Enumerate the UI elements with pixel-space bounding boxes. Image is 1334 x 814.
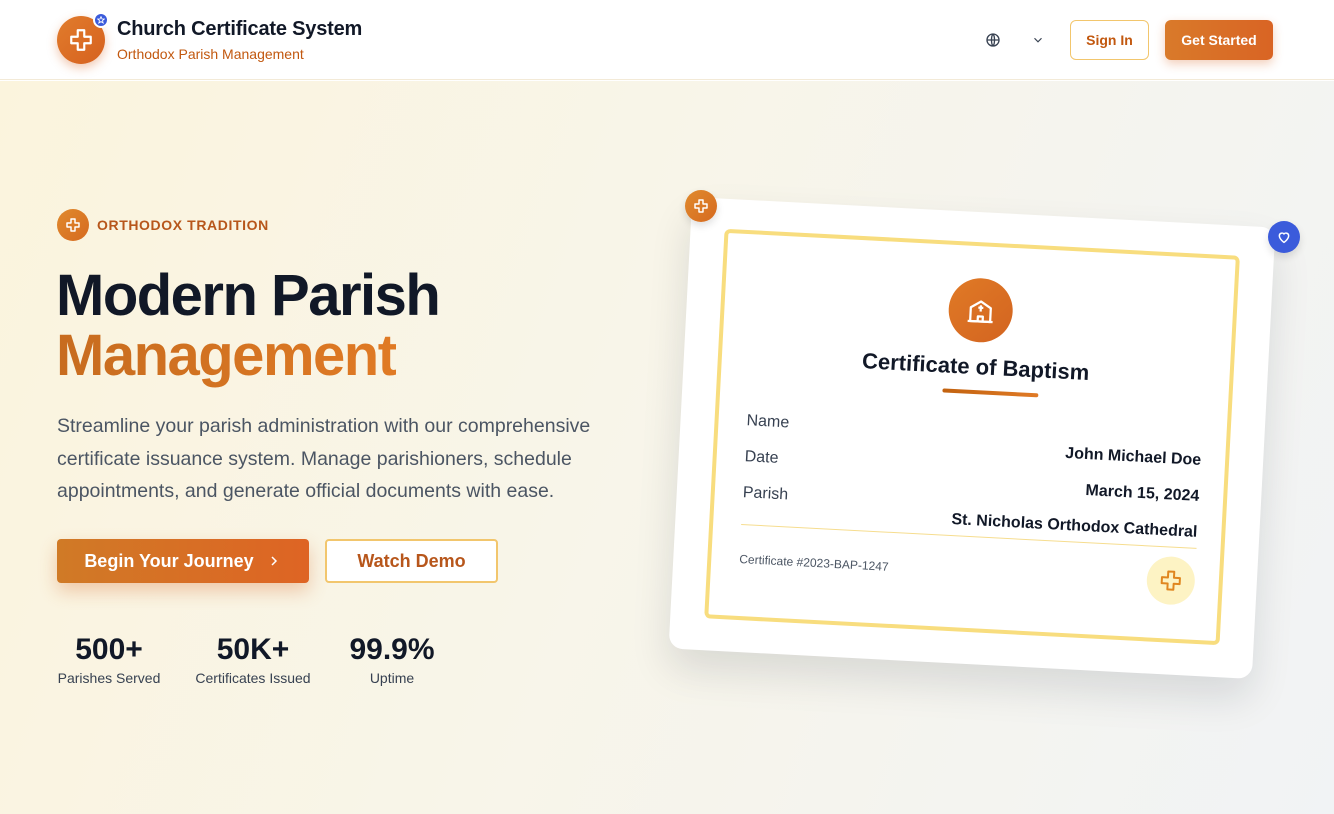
heart-icon	[1268, 221, 1300, 253]
sign-in-button[interactable]: Sign In	[1070, 20, 1149, 60]
top-navbar: Church Certificate System Orthodox Paris…	[0, 0, 1334, 80]
cross-icon	[70, 29, 92, 51]
stat-parishes: 500+ Parishes Served	[57, 630, 161, 686]
certificate-number: Certificate #2023-BAP-1247	[738, 551, 889, 574]
watch-demo-button[interactable]: Watch Demo	[325, 539, 498, 583]
field-label: Name	[746, 412, 790, 432]
cross-icon	[57, 209, 89, 241]
get-started-button[interactable]: Get Started	[1165, 20, 1273, 60]
certificate-card: Certificate of Baptism Name John Michael…	[668, 197, 1276, 679]
brand-subtitle: Orthodox Parish Management	[117, 46, 304, 62]
field-label: Parish	[742, 484, 789, 504]
church-icon	[947, 276, 1015, 344]
begin-journey-button[interactable]: Begin Your Journey	[57, 539, 309, 583]
field-label: Date	[744, 448, 779, 467]
hero-tag: ORTHODOX TRADITION	[97, 217, 269, 233]
certificate-preview: Certificate of Baptism Name John Michael…	[668, 197, 1276, 679]
globe-icon	[986, 33, 1000, 47]
cross-icon	[685, 190, 717, 222]
hero-title-line2: Management	[56, 323, 397, 388]
certificate-border: Certificate of Baptism Name John Michael…	[704, 228, 1240, 646]
stat-value: 500+	[75, 633, 143, 666]
logo[interactable]	[57, 12, 109, 64]
star-icon	[93, 12, 109, 28]
hero-description: Streamline your parish administration wi…	[57, 415, 591, 502]
stat-certificates: 50K+ Certificates Issued	[193, 630, 313, 686]
chevron-down-icon	[1034, 37, 1042, 43]
title-underline	[942, 388, 1039, 398]
certificate-title: Certificate of Baptism	[861, 348, 1090, 386]
hero-title-line1: Modern Parish	[56, 263, 441, 328]
stat-value: 50K+	[216, 633, 290, 666]
stat-label: Uptime	[369, 670, 415, 686]
chevron-right-icon	[271, 556, 277, 566]
cross-icon	[1145, 555, 1197, 606]
stat-uptime: 99.9% Uptime	[345, 630, 439, 686]
stat-label: Certificates Issued	[195, 670, 311, 686]
stat-label: Parishes Served	[57, 670, 161, 686]
brand-title: Church Certificate System	[117, 18, 363, 40]
stat-value: 99.9%	[349, 633, 435, 666]
begin-journey-label: Begin Your Journey	[84, 550, 254, 571]
language-selector[interactable]	[985, 31, 1045, 49]
